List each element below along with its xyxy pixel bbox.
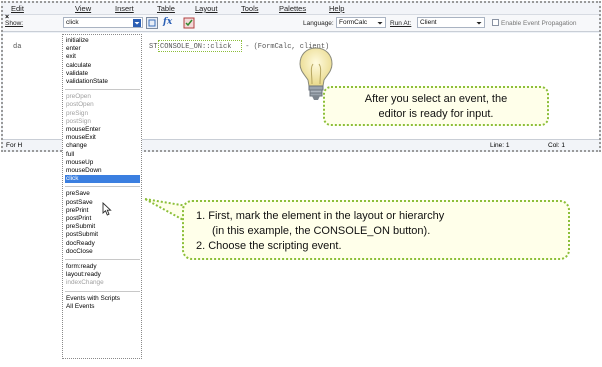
dropdown-item: preSign <box>66 109 89 117</box>
dropdown-item: preOpen <box>66 93 91 101</box>
status-line: Line: 1 <box>490 142 510 149</box>
instruction-line-3: 2. Choose the scripting event. <box>196 240 342 252</box>
dropdown-item[interactable]: postSubmit <box>65 231 140 239</box>
show-events-for-children-icon[interactable] <box>146 17 158 29</box>
dropdown-item[interactable]: mouseExit <box>65 134 140 142</box>
dropdown-item: indexChange <box>66 279 104 287</box>
dropdown-item[interactable]: calculate <box>65 62 140 70</box>
event-dropdown-list: initialize enter exit calculate validate vali… <box>62 34 142 359</box>
instructions-callout: 1. First, mark the element in the layout… <box>182 200 570 260</box>
dropdown-item[interactable]: docClose <box>65 248 140 256</box>
dropdown-item: postOpen <box>66 101 94 109</box>
dropdown-item[interactable]: postPrint <box>65 215 140 223</box>
menu-view[interactable]: View <box>75 4 91 13</box>
dropdown-item[interactable]: docReady <box>65 240 140 248</box>
menu-layout[interactable]: Layout <box>195 4 218 13</box>
dropdown-item[interactable]: full <box>65 151 140 159</box>
run-at-value: Client <box>420 19 437 26</box>
run-at-label: Run At: <box>390 20 412 27</box>
menu-palettes[interactable]: Palettes <box>279 4 306 13</box>
menu-insert[interactable]: Insert <box>115 4 134 13</box>
menu-table[interactable]: Table <box>157 4 175 13</box>
dropdown-item[interactable]: Events with Scripts <box>65 295 140 303</box>
check-syntax-icon[interactable] <box>183 17 195 29</box>
status-col: Col: 1 <box>548 142 565 149</box>
dropdown-item[interactable]: form:ready <box>65 263 140 271</box>
dropdown-item: postSign <box>66 117 91 125</box>
chevron-down-icon[interactable] <box>475 19 483 27</box>
menu-edit[interactable]: Edit <box>11 4 24 13</box>
language-select[interactable]: FormCalc <box>336 17 386 28</box>
enable-propagation-label: Enable Event Propagation <box>501 20 577 27</box>
dropdown-separator <box>65 186 140 188</box>
instruction-line-1: 1. First, mark the element in the layout… <box>196 210 445 222</box>
status-left: For H <box>6 142 23 149</box>
language-label: Language: <box>303 20 334 27</box>
show-label: Show: <box>5 20 24 27</box>
mouse-cursor-icon <box>102 201 112 216</box>
dropdown-item[interactable]: click <box>65 175 140 184</box>
menu-bar: Edit View Insert Table Layout Tools Pale… <box>3 3 599 15</box>
callout-top-line1: After you select an event, the <box>364 93 508 105</box>
editor-gutter-text: da <box>13 43 22 51</box>
chevron-down-icon[interactable] <box>133 19 141 27</box>
dropdown-item[interactable]: layout:ready <box>65 271 140 279</box>
dropdown-separator <box>65 89 140 91</box>
event-highlight-box <box>158 40 242 52</box>
dropdown-separator <box>65 259 140 260</box>
run-at-select[interactable]: Client <box>417 17 485 28</box>
code-prefix: ST <box>149 43 158 51</box>
dropdown-item[interactable]: preSubmit <box>65 223 140 231</box>
dropdown-item[interactable]: mouseDown <box>65 167 140 175</box>
dropdown-item[interactable]: validate <box>65 70 140 78</box>
chevron-down-icon[interactable] <box>376 19 384 27</box>
show-event-value: click <box>66 19 79 26</box>
language-value: FormCalc <box>339 19 368 26</box>
instruction-line-2: (in this example, the CONSOLE_ON button)… <box>212 225 431 237</box>
menu-tools[interactable]: Tools <box>241 4 259 13</box>
dropdown-item[interactable]: initialize <box>65 37 140 45</box>
dropdown-item[interactable]: exit <box>65 53 140 61</box>
dropdown-item[interactable]: All Events <box>65 303 140 311</box>
function-icon[interactable]: fx <box>163 17 175 29</box>
menu-help[interactable]: Help <box>329 4 344 13</box>
dropdown-item[interactable]: mouseEnter <box>65 126 140 134</box>
dropdown-separator <box>65 290 140 292</box>
enable-propagation-checkbox[interactable] <box>492 19 499 26</box>
editor-ready-callout: After you select an event, the editor is… <box>323 86 549 126</box>
dropdown-item[interactable]: preSave <box>65 190 140 198</box>
dropdown-item[interactable]: change <box>65 142 140 150</box>
show-event-select[interactable]: click <box>63 17 143 28</box>
dropdown-item[interactable]: mouseUp <box>65 159 140 167</box>
callout-top-line2: editor is ready for input. <box>378 108 494 120</box>
dropdown-item[interactable]: validationState <box>65 78 140 86</box>
dropdown-item[interactable]: enter <box>65 45 140 53</box>
script-toolbar: × Show: click fx Language: FormCalc Run … <box>3 14 599 32</box>
